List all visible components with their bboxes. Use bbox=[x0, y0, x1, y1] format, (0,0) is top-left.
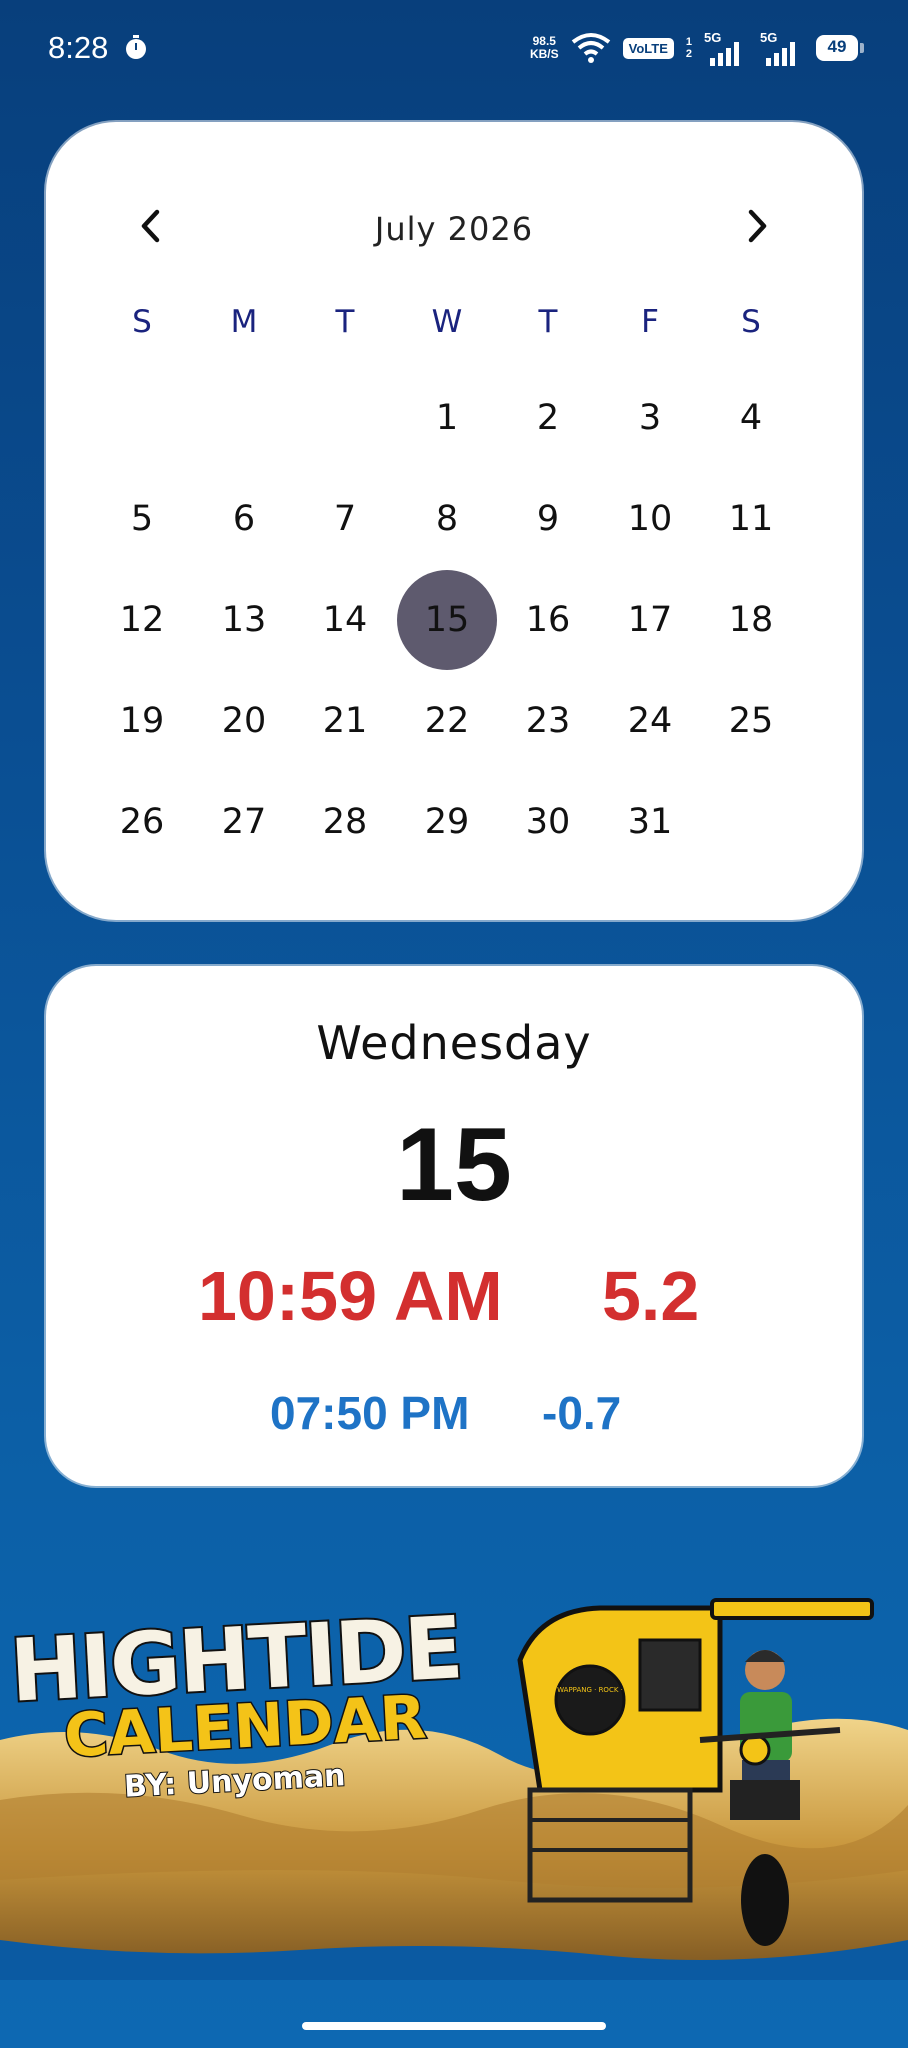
selected-day-cell[interactable]: 15 bbox=[397, 570, 497, 670]
wifi-icon bbox=[571, 33, 610, 63]
signal-icon: 5G bbox=[704, 30, 748, 66]
day-cell[interactable]: 24 bbox=[600, 671, 700, 771]
battery-icon: 49 bbox=[816, 35, 864, 61]
chevron-right-icon[interactable] bbox=[734, 204, 778, 248]
day-cell[interactable]: 28 bbox=[295, 772, 395, 872]
day-cell[interactable]: 30 bbox=[498, 772, 598, 872]
day-cell[interactable]: 31 bbox=[600, 772, 700, 872]
day-cell[interactable]: 17 bbox=[600, 570, 700, 670]
weekday-label: M bbox=[230, 304, 258, 340]
day-cell[interactable]: 9 bbox=[498, 469, 598, 569]
day-cell[interactable]: 2 bbox=[498, 368, 598, 468]
day-cell[interactable]: 26 bbox=[92, 772, 192, 872]
sim-indicator: 1 2 bbox=[685, 36, 692, 60]
home-indicator[interactable] bbox=[302, 2022, 606, 2030]
day-cell[interactable]: 21 bbox=[295, 671, 395, 771]
day-cell[interactable]: 3 bbox=[600, 368, 700, 468]
status-icons: 98.5 KB/S VoLTE 1 2 5G 5G 49 bbox=[529, 28, 864, 68]
svg-text:WAPPANG · ROCK ·: WAPPANG · ROCK · bbox=[557, 1686, 623, 1694]
timer-icon bbox=[126, 35, 146, 59]
low-tide-height: -0.7 bbox=[542, 1387, 622, 1439]
day-cell[interactable]: 19 bbox=[92, 671, 192, 771]
weekday-label: S bbox=[741, 304, 761, 340]
day-cell[interactable]: 6 bbox=[194, 469, 294, 569]
day-cell[interactable]: 14 bbox=[295, 570, 395, 670]
day-cell[interactable]: 27 bbox=[194, 772, 294, 872]
tide-day-widget: Wednesday 15 10:59 AM 5.2 07:50 PM -0.7 bbox=[46, 966, 862, 1486]
day-number: 15 bbox=[396, 1107, 512, 1223]
day-cell[interactable]: 23 bbox=[498, 671, 598, 771]
high-tide-time: 10:59 AM bbox=[198, 1257, 503, 1335]
day-cell[interactable]: 7 bbox=[295, 469, 395, 569]
calendar-header: July 2026 bbox=[46, 182, 862, 272]
low-tide-time: 07:50 PM bbox=[270, 1387, 470, 1439]
volte-badge: VoLTE bbox=[622, 37, 674, 59]
day-cell[interactable]: 4 bbox=[701, 368, 801, 468]
signal-icon: 5G bbox=[760, 30, 804, 66]
weekday-label: F bbox=[641, 304, 659, 340]
status-time: 8:28 bbox=[48, 30, 109, 65]
weekday-label: T bbox=[538, 304, 558, 340]
day-cell[interactable]: 1 bbox=[397, 368, 497, 468]
day-cell[interactable]: 29 bbox=[397, 772, 497, 872]
day-cell[interactable]: 25 bbox=[701, 671, 801, 771]
day-cell[interactable]: 8 bbox=[397, 469, 497, 569]
weekday-label: T bbox=[335, 304, 355, 340]
day-cell[interactable]: 11 bbox=[701, 469, 801, 569]
day-name: Wednesday bbox=[316, 1016, 592, 1070]
day-cell[interactable]: 20 bbox=[194, 671, 294, 771]
day-cell[interactable]: 12 bbox=[92, 570, 192, 670]
network-speed: 98.5 KB/S bbox=[529, 34, 559, 61]
day-cell[interactable]: 16 bbox=[498, 570, 598, 670]
month-calendar-widget: July 2026 S M T W T F S 1 2 3 4 5 6 7 8 9 10 11 12 13 14 15 16… bbox=[46, 122, 862, 920]
day-cell[interactable]: 10 bbox=[600, 469, 700, 569]
hightide-banner: WAPPANG · ROCK · HIGHTIDE CALENDAR BY: U… bbox=[0, 1580, 908, 1980]
day-cell[interactable]: 5 bbox=[92, 469, 192, 569]
day-cell[interactable]: 22 bbox=[397, 671, 497, 771]
status-bar: 8:28 98.5 KB/S VoLTE 1 2 5G 5G 49 bbox=[0, 0, 908, 100]
weekday-label: S bbox=[132, 304, 152, 340]
weekday-label: W bbox=[431, 304, 463, 340]
day-cell[interactable]: 18 bbox=[701, 570, 801, 670]
day-cell[interactable]: 13 bbox=[194, 570, 294, 670]
high-tide-height: 5.2 bbox=[602, 1257, 700, 1335]
